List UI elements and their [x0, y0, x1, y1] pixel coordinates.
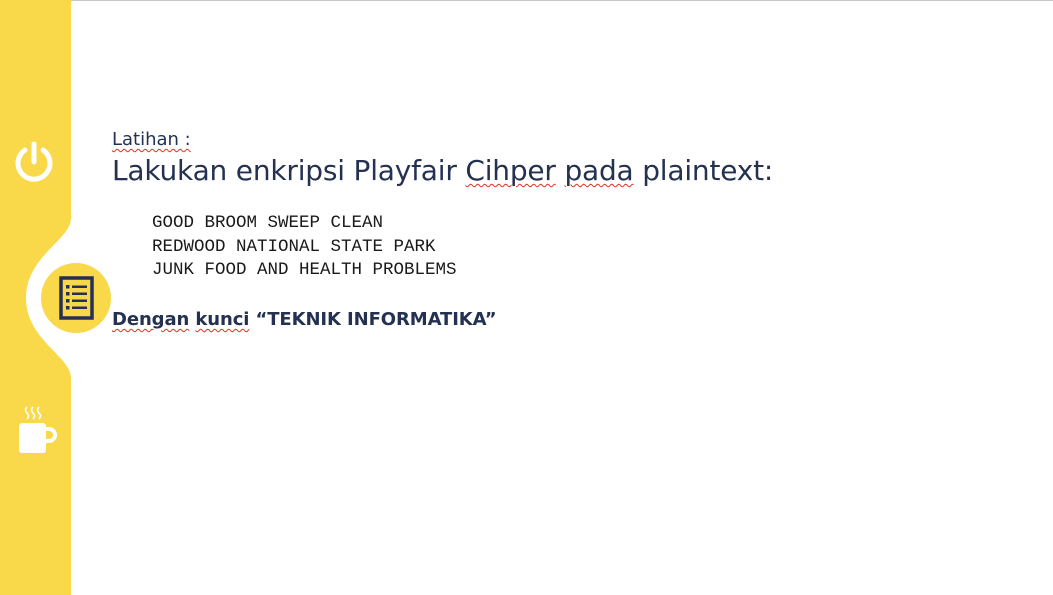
exercise-label: Latihan : — [112, 128, 191, 152]
plaintext-item: JUNK FOOD AND HEALTH PROBLEMS — [152, 260, 457, 280]
top-border — [0, 0, 1053, 1]
title-word: enkripsi — [235, 154, 345, 187]
key-value: “TEKNIK INFORMATIKA” — [255, 309, 497, 330]
document-list-icon[interactable] — [41, 263, 111, 333]
title-word: plaintext: — [642, 154, 774, 187]
title-word: Lakukan — [112, 154, 228, 187]
title-word-flagged: pada — [564, 154, 634, 187]
slide-title: Lakukan enkripsi Playfair Cihper pada pl… — [112, 152, 773, 190]
key-line: Dengan kunci “TEKNIK INFORMATIKA” — [112, 308, 497, 332]
exercise-label-text: Latihan : — [112, 129, 191, 150]
title-word: Playfair — [353, 154, 457, 187]
key-prefix-word: kunci — [195, 309, 250, 330]
plaintext-list: GOOD BROOM SWEEP CLEAN REDWOOD NATIONAL … — [152, 212, 457, 283]
plaintext-item: GOOD BROOM SWEEP CLEAN — [152, 213, 384, 233]
key-prefix-word: Dengan — [112, 309, 190, 330]
plaintext-item: REDWOOD NATIONAL STATE PARK — [152, 236, 436, 257]
title-word-misspelled: Cihper — [465, 154, 556, 187]
power-icon[interactable] — [12, 140, 56, 186]
coffee-mug-icon[interactable] — [14, 404, 58, 456]
